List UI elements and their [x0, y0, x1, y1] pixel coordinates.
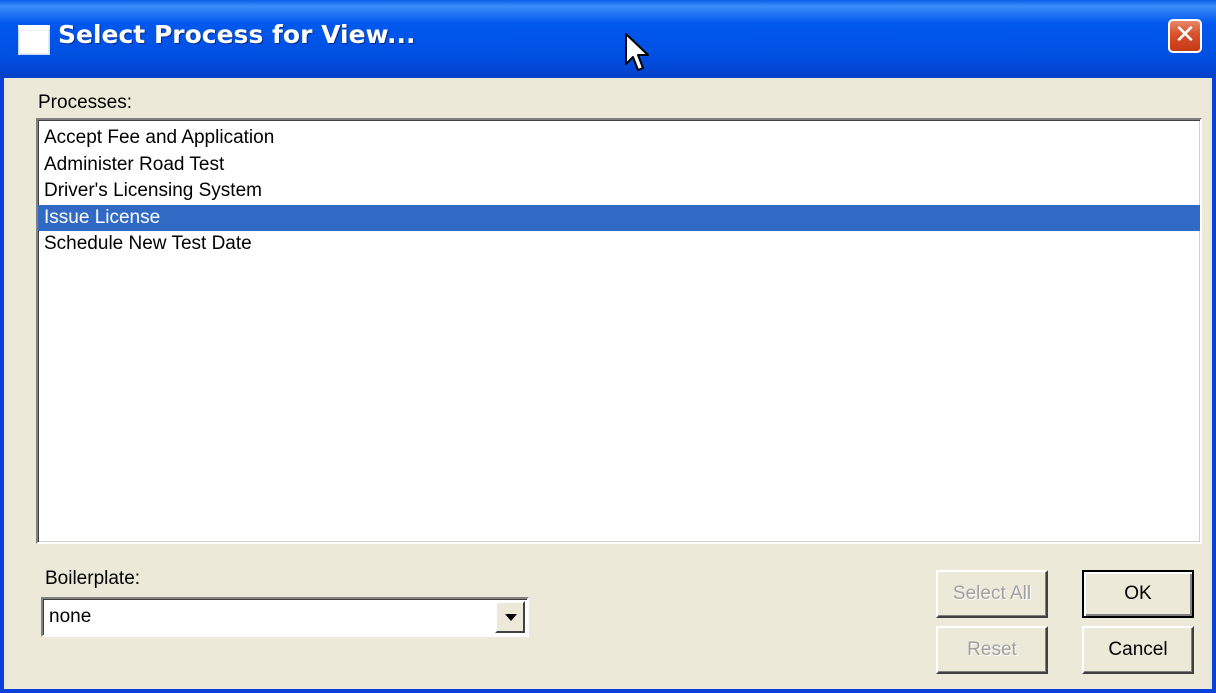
window-icon	[18, 25, 50, 55]
select-all-button[interactable]: Select All	[936, 570, 1048, 618]
list-item[interactable]: Schedule New Test Date	[38, 231, 1200, 258]
window-title: Select Process for View...	[58, 20, 416, 49]
list-item[interactable]: Issue License	[38, 204, 1200, 231]
reset-button[interactable]: Reset	[936, 626, 1048, 674]
boilerplate-value: none	[49, 606, 92, 627]
list-item[interactable]: Accept Fee and Application	[38, 125, 1200, 152]
dialog-window: Select Process for View... ✕ Processes: …	[0, 0, 1216, 693]
mouse-pointer-icon	[625, 33, 649, 71]
processes-listbox[interactable]: Accept Fee and Application Administer Ro…	[36, 118, 1202, 544]
processes-list: Accept Fee and Application Administer Ro…	[38, 120, 1200, 258]
boilerplate-select[interactable]: none	[41, 597, 529, 637]
ok-label: OK	[1124, 583, 1152, 604]
list-item[interactable]: Administer Road Test	[38, 152, 1200, 179]
cancel-label: Cancel	[1108, 639, 1168, 660]
title-bar[interactable]: Select Process for View... ✕	[0, 0, 1216, 78]
select-all-label: Select All	[952, 583, 1032, 604]
ok-button[interactable]: OK	[1082, 570, 1194, 618]
reset-label: Reset	[967, 639, 1017, 660]
processes-label: Processes:	[38, 92, 132, 113]
cancel-button[interactable]: Cancel	[1082, 626, 1194, 674]
close-button[interactable]: ✕	[1168, 19, 1202, 53]
list-item[interactable]: Driver's Licensing System	[38, 178, 1200, 205]
chevron-down-icon[interactable]	[495, 601, 525, 633]
boilerplate-label: Boilerplate:	[45, 568, 141, 589]
